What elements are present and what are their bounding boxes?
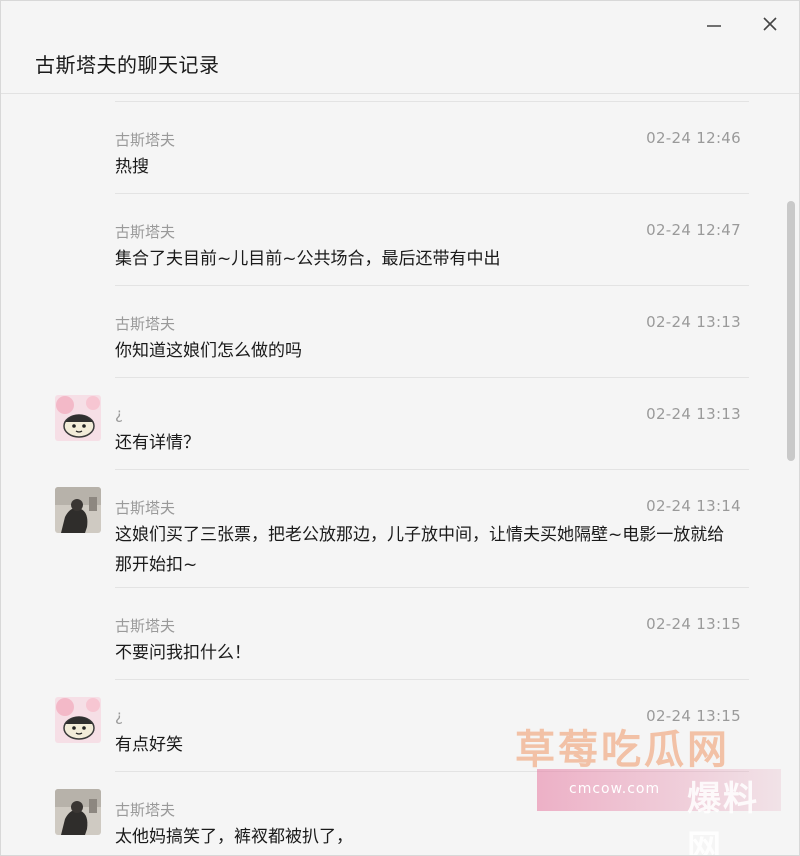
sender-name: 古斯塔夫 xyxy=(115,131,176,149)
message-time: 02-24 13:13 xyxy=(646,313,741,331)
message-time: 02-24 13:15 xyxy=(646,615,741,633)
message-divider xyxy=(115,587,749,588)
window-title: 古斯塔夫的聊天记录 xyxy=(35,53,220,77)
sender-name: ¿ xyxy=(115,707,123,725)
message-item: ¿ 02-24 13:13 还有详情？ xyxy=(1,377,785,469)
message-item: 古斯塔夫 02-24 12:47 集合了夫目前~儿目前~公共场合，最后还带有中出 xyxy=(1,193,785,285)
message-text: 集合了夫目前~儿目前~公共场合，最后还带有中出 xyxy=(115,249,501,269)
minimize-icon xyxy=(707,25,721,27)
message-text: 这娘们买了三张票，把老公放那边，儿子放中间，让情夫买她隔壁~电影一放就给那开始扣… xyxy=(115,525,725,575)
message-text: 还有详情？ xyxy=(115,433,200,453)
close-button[interactable] xyxy=(757,11,783,37)
minimize-button[interactable] xyxy=(701,11,727,37)
sender-name: ¿ xyxy=(115,405,123,423)
message-item: 古斯塔夫 02-24 12:46 热搜 xyxy=(1,101,785,193)
photo-avatar-icon xyxy=(55,487,101,533)
message-text: 不要问我扣什么！ xyxy=(115,643,251,663)
sender-name: 古斯塔夫 xyxy=(115,315,176,333)
watermark-label: 爆料网 xyxy=(687,779,759,856)
avatar[interactable] xyxy=(55,487,101,533)
message-divider xyxy=(115,469,749,470)
message-divider xyxy=(115,679,749,680)
message-time: 02-24 13:14 xyxy=(646,497,741,515)
watermark-url: cmcow.com xyxy=(569,781,661,797)
sender-name: 古斯塔夫 xyxy=(115,499,176,517)
avatar[interactable] xyxy=(55,697,101,743)
watermark-banner: cmcow.com 爆料网 xyxy=(537,769,781,855)
avatar[interactable] xyxy=(55,789,101,835)
message-divider xyxy=(115,377,749,378)
message-text: 热搜 xyxy=(115,157,149,177)
message-text: 太他妈搞笑了，裤衩都被扒了， xyxy=(115,827,353,847)
message-divider xyxy=(115,285,749,286)
message-item: 古斯塔夫 02-24 13:14 这娘们买了三张票，把老公放那边，儿子放中间，让… xyxy=(1,469,785,587)
photo-avatar-icon xyxy=(55,789,101,835)
message-item: 古斯塔夫 02-24 13:13 你知道这娘们怎么做的吗 xyxy=(1,285,785,377)
cartoon-avatar-icon xyxy=(55,697,101,743)
sender-name: 古斯塔夫 xyxy=(115,223,176,241)
watermark-text: 草莓吃瓜网 xyxy=(515,727,730,773)
sender-name: 古斯塔夫 xyxy=(115,801,176,819)
message-divider xyxy=(115,101,749,102)
avatar[interactable] xyxy=(55,395,101,441)
message-time: 02-24 13:13 xyxy=(646,405,741,423)
cartoon-avatar-icon xyxy=(55,395,101,441)
title-bar: 古斯塔夫的聊天记录 xyxy=(1,1,799,94)
scrollbar-thumb[interactable] xyxy=(787,201,795,461)
sender-name: 古斯塔夫 xyxy=(115,617,176,635)
chat-history-window: 古斯塔夫的聊天记录 古斯塔夫 02-24 12:46 热搜 古斯塔夫 02-24… xyxy=(0,0,800,856)
message-time: 02-24 12:46 xyxy=(646,129,741,147)
close-icon xyxy=(763,17,777,31)
message-divider xyxy=(115,193,749,194)
message-item: 古斯塔夫 02-24 13:15 不要问我扣什么！ xyxy=(1,587,785,679)
message-time: 02-24 12:47 xyxy=(646,221,741,239)
message-text: 你知道这娘们怎么做的吗 xyxy=(115,341,302,361)
